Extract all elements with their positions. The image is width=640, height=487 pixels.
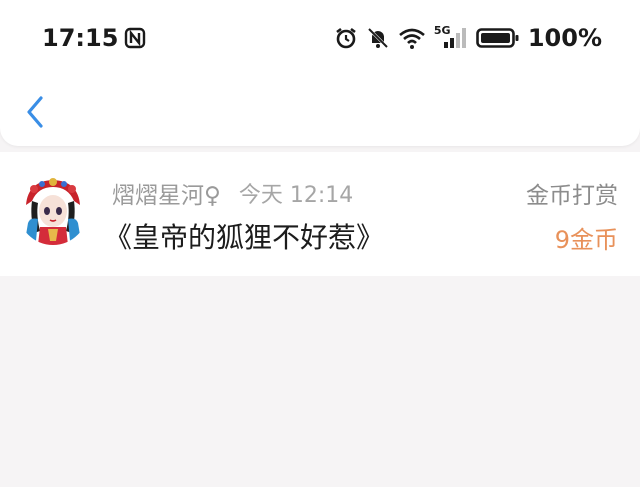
chevron-left-icon [27,96,43,128]
status-bar: 17:15 5G 100% [0,0,640,80]
battery-percent: 100% [527,24,602,52]
user-nickname[interactable]: 熠熠星河♀ [112,176,221,210]
signal-bars-icon [443,28,466,48]
alarm-icon [336,27,356,49]
wifi-icon [399,28,425,49]
status-time: 17:15 [42,24,146,52]
mute-bell-icon [367,27,388,49]
status-icons: 5G 100% [334,24,602,52]
back-button[interactable] [20,92,50,132]
nfc-icon [125,27,146,49]
clock-text: 17:15 [42,24,119,52]
book-title[interactable]: 《皇帝的狐狸不好惹》 [104,216,384,256]
battery-icon [476,28,519,48]
reward-type-label: 金币打赏 [526,183,618,209]
signal-indicator: 5G [434,24,468,50]
reward-record-item[interactable]: 熠熠星河♀ 今天 12:14 《皇帝的狐狸不好惹》 金币打赏 9金币 [0,152,640,276]
top-bar: 17:15 5G 100% [0,0,640,146]
reward-amount: 9金币 [554,226,618,254]
avatar[interactable] [18,175,88,245]
avatar-opera-character-icon [18,175,88,245]
record-time: 今天 12:14 [238,183,354,208]
user-meta: 熠熠星河♀ 今天 12:14 [112,176,353,210]
